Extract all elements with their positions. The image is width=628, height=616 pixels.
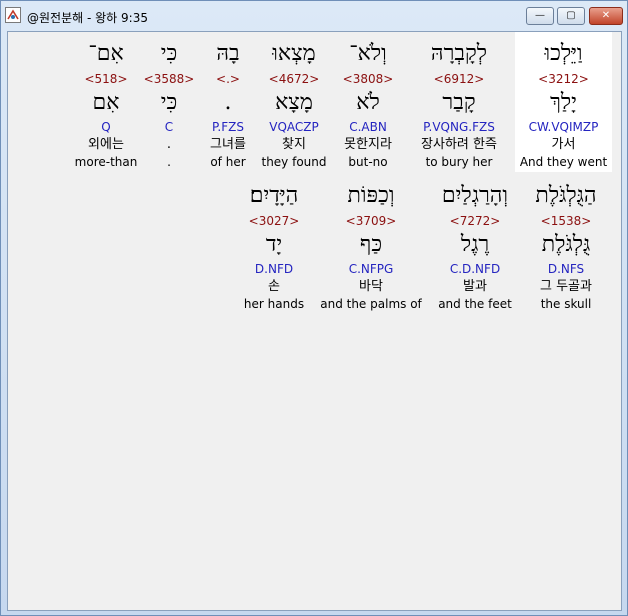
korean-gloss: 찾지 (282, 137, 306, 152)
word-cell[interactable]: וְהָרַגְלַיִם <7272> רֶגֶל C.D.NFD 발과 an… (427, 174, 523, 314)
verse-row-2: הַיָּדָיִם׃ <3027> יָד D.NFD 손 her hands… (8, 174, 623, 319)
korean-gloss: 가서 (551, 137, 576, 152)
korean-gloss: . (166, 137, 172, 152)
interlinear-panel: אִם־ <518> אִם Q 외에는 more-than כִּי <358… (7, 31, 622, 611)
strong-number[interactable]: <3709> (317, 212, 425, 230)
verse-row-1: אִם־ <518> אִם Q 외에는 more-than כִּי <358… (8, 32, 623, 177)
strong-number[interactable]: <6912> (407, 70, 511, 88)
app-window: @원전분해 - 왕하 9:35 — ▢ ✕ אִם־ <518> אִם Q 외… (0, 0, 628, 616)
window-title: @원전분해 - 왕하 9:35 (27, 11, 148, 25)
word-cell[interactable]: וְכַפּוֹת <3709> כַּף C.NFPG 바닥 and the … (317, 174, 425, 314)
morph-code: P.VQNG.FZS (423, 120, 495, 134)
morph-code: D.NFS (547, 262, 585, 276)
strong-number[interactable]: <.> (197, 70, 259, 88)
hebrew-word: מָצְאוּ (272, 41, 316, 66)
strong-number[interactable]: <518> (71, 70, 141, 88)
hebrew-word: כִּי (160, 41, 178, 66)
korean-gloss: 그 두골과 (540, 279, 592, 294)
korean-gloss: 손 (268, 279, 280, 294)
hebrew-word: וְהָרַגְלַיִם (441, 183, 509, 208)
lemma-word: מָצָא (275, 90, 313, 115)
strong-number[interactable]: <7272> (427, 212, 523, 230)
hebrew-word: וַיֵּלְכוּ (544, 41, 583, 66)
app-icon[interactable] (5, 7, 21, 23)
word-cell[interactable]: בָהּ <.> . P.FZS 그녀를 of her (197, 32, 259, 172)
strong-number[interactable]: <1538> (519, 212, 613, 230)
korean-gloss: 장사하려 한즉 (421, 137, 497, 152)
word-cell[interactable]: כִּי <3588> כִּי C . . (143, 32, 195, 172)
hebrew-word: וְכַפּוֹת (347, 183, 395, 208)
english-gloss: and the feet (438, 297, 512, 311)
english-gloss: the skull (540, 297, 592, 311)
morph-code: VQACZP (269, 120, 319, 134)
word-cell[interactable]: הַגֻּלְגֹּלֶת <1538> גֻּלְגֹּלֶת D.NFS 그… (519, 174, 613, 314)
strong-number[interactable]: <3588> (143, 70, 195, 88)
english-gloss: but-no (348, 155, 388, 169)
word-cell[interactable]: וְלֹא־ <3808> לֹא C.ABN 못한지라 but-no (333, 32, 403, 172)
lemma-word: רֶגֶל (460, 232, 490, 257)
morph-code: C.D.NFD (449, 262, 501, 276)
morph-code: P.FZS (212, 120, 244, 134)
lemma-word: יָלַךְ (550, 90, 577, 115)
hebrew-word: לְקָבְרָהּ (430, 41, 488, 66)
korean-gloss: 그녀를 (210, 137, 246, 152)
hebrew-word: וְלֹא־ (349, 41, 387, 66)
hebrew-word: אִם־ (88, 41, 124, 66)
lemma-word: כִּי (160, 90, 178, 115)
english-gloss: more-than (74, 155, 138, 169)
morph-code: CW.VQIMZP (528, 120, 599, 134)
korean-gloss: 못한지라 (344, 137, 392, 152)
english-gloss: they found (261, 155, 327, 169)
lemma-word: גֻּלְגֹּלֶת (541, 232, 591, 257)
morph-code: C.NFPG (348, 262, 394, 276)
english-gloss: and the palms of (320, 297, 422, 311)
korean-gloss: 외에는 (88, 137, 124, 152)
morph-code: D.NFD (254, 262, 294, 276)
strong-number[interactable]: <3212> (515, 70, 612, 88)
korean-gloss: 바닥 (359, 279, 383, 294)
strong-number[interactable]: <4672> (259, 70, 329, 88)
morph-code: C.ABN (349, 120, 387, 134)
korean-gloss: 발과 (463, 279, 487, 294)
lemma-word: קָבַר (442, 90, 476, 115)
word-cell[interactable]: אִם־ <518> אִם Q 외에는 more-than (71, 32, 141, 172)
lemma-word: לֹא (356, 90, 380, 115)
title-bar[interactable]: @원전분해 - 왕하 9:35 — ▢ ✕ (1, 1, 627, 31)
lemma-word: יָד (265, 232, 283, 257)
word-cell[interactable]: לְקָבְרָהּ <6912> קָבַר P.VQNG.FZS 장사하려 … (407, 32, 511, 172)
english-gloss: of her (210, 155, 246, 169)
lemma-word: כַּף (359, 232, 383, 257)
lemma-word: . (224, 90, 232, 115)
lemma-word: אִם (92, 90, 120, 115)
word-cell[interactable]: מָצְאוּ <4672> מָצָא VQACZP 찾지 they foun… (259, 32, 329, 172)
hebrew-word: הַגֻּלְגֹּלֶת (535, 183, 597, 208)
word-cell[interactable]: הַיָּדָיִם׃ <3027> יָד D.NFD 손 her hands (233, 174, 315, 314)
maximize-button[interactable]: ▢ (557, 7, 585, 25)
hebrew-word: הַיָּדָיִם׃ (249, 183, 299, 208)
english-gloss: . (167, 155, 171, 169)
english-gloss: her hands (243, 297, 305, 311)
strong-number[interactable]: <3808> (333, 70, 403, 88)
morph-code: Q (101, 120, 111, 134)
minimize-button[interactable]: — (526, 7, 554, 25)
english-gloss: to bury her (425, 155, 493, 169)
close-button[interactable]: ✕ (589, 7, 623, 25)
hebrew-word: בָהּ (216, 41, 240, 66)
word-cell-selected[interactable]: וַיֵּלְכוּ <3212> יָלַךְ CW.VQIMZP 가서 An… (515, 32, 612, 172)
morph-code: C (164, 120, 174, 134)
strong-number[interactable]: <3027> (233, 212, 315, 230)
english-gloss: And they went (519, 155, 608, 169)
